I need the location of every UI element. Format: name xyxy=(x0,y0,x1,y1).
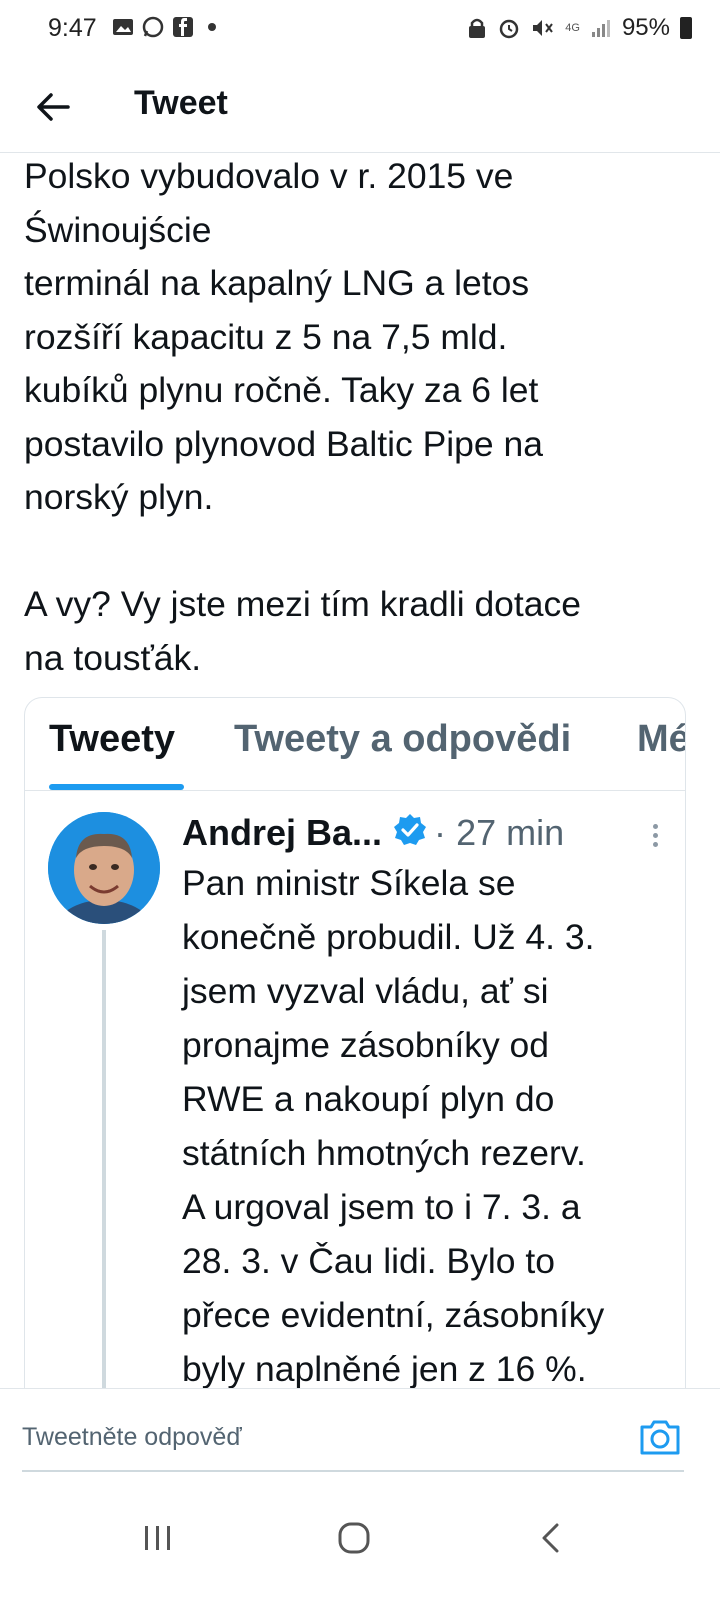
status-bar: 9:47 4G 95% xyxy=(0,0,720,62)
top-app-bar: Tweet xyxy=(0,62,720,153)
tab-media[interactable]: Mé xyxy=(637,718,685,761)
avatar[interactable] xyxy=(48,812,160,924)
camera-icon xyxy=(640,1420,680,1455)
signal-icon xyxy=(591,20,610,37)
recent-apps-button[interactable] xyxy=(128,1508,188,1568)
tab-tweety[interactable]: Tweety xyxy=(49,718,175,761)
profile-tabs: Tweety Tweety a odpovědi Mé xyxy=(25,698,685,791)
tweet-author-row: Andrej Ba... · 27 min xyxy=(182,810,662,860)
network-type: 4G xyxy=(565,22,580,34)
notification-dot-icon xyxy=(208,23,216,31)
tweet-media-image[interactable]: Tweety Tweety a odpovědi Mé Andrej Ba...… xyxy=(24,697,686,1418)
thread-connector xyxy=(102,930,106,1418)
page-title: Tweet xyxy=(134,84,228,122)
reply-input[interactable] xyxy=(22,1407,622,1467)
back-arrow-icon xyxy=(37,93,70,121)
recent-apps-icon xyxy=(145,1526,170,1550)
tweet-body: Polsko vybudovalo v r. 2015 ve Świnoujśc… xyxy=(24,156,582,678)
system-icons: 4G 95% xyxy=(467,14,692,42)
back-nav-icon xyxy=(542,1523,559,1553)
system-navigation-bar xyxy=(0,1480,720,1600)
back-button[interactable] xyxy=(28,82,78,132)
facebook-icon xyxy=(173,17,193,37)
alarm-icon xyxy=(500,19,519,39)
reply-divider xyxy=(22,1470,684,1472)
more-options-button[interactable] xyxy=(645,820,665,860)
home-icon xyxy=(338,1522,370,1554)
gallery-icon xyxy=(113,19,133,35)
tweet-separator: · xyxy=(434,812,447,853)
embedded-tweet-text: Pan ministr Síkela se konečně probudil. … xyxy=(182,863,605,1389)
whatsapp-icon xyxy=(142,16,164,38)
avatar-portrait-icon xyxy=(48,812,160,924)
tweet-time: 27 min xyxy=(456,812,565,853)
status-time: 9:47 xyxy=(48,14,97,42)
lock-icon xyxy=(469,18,486,38)
mute-icon xyxy=(533,20,554,36)
notification-icons xyxy=(112,16,216,38)
back-nav-button[interactable] xyxy=(520,1508,580,1568)
battery-icon xyxy=(680,17,692,39)
tab-tweety-a-odpovedi[interactable]: Tweety a odpovědi xyxy=(234,718,571,761)
camera-button[interactable] xyxy=(638,1417,682,1457)
home-button[interactable] xyxy=(324,1508,384,1568)
author-name[interactable]: Andrej Ba... xyxy=(182,812,382,853)
verified-badge-icon xyxy=(392,812,428,859)
battery-percent: 95% xyxy=(621,14,670,41)
more-vertical-icon xyxy=(645,824,665,847)
embedded-tweet: Andrej Ba... · 27 min Pan ministr Síkela … xyxy=(25,790,685,1418)
